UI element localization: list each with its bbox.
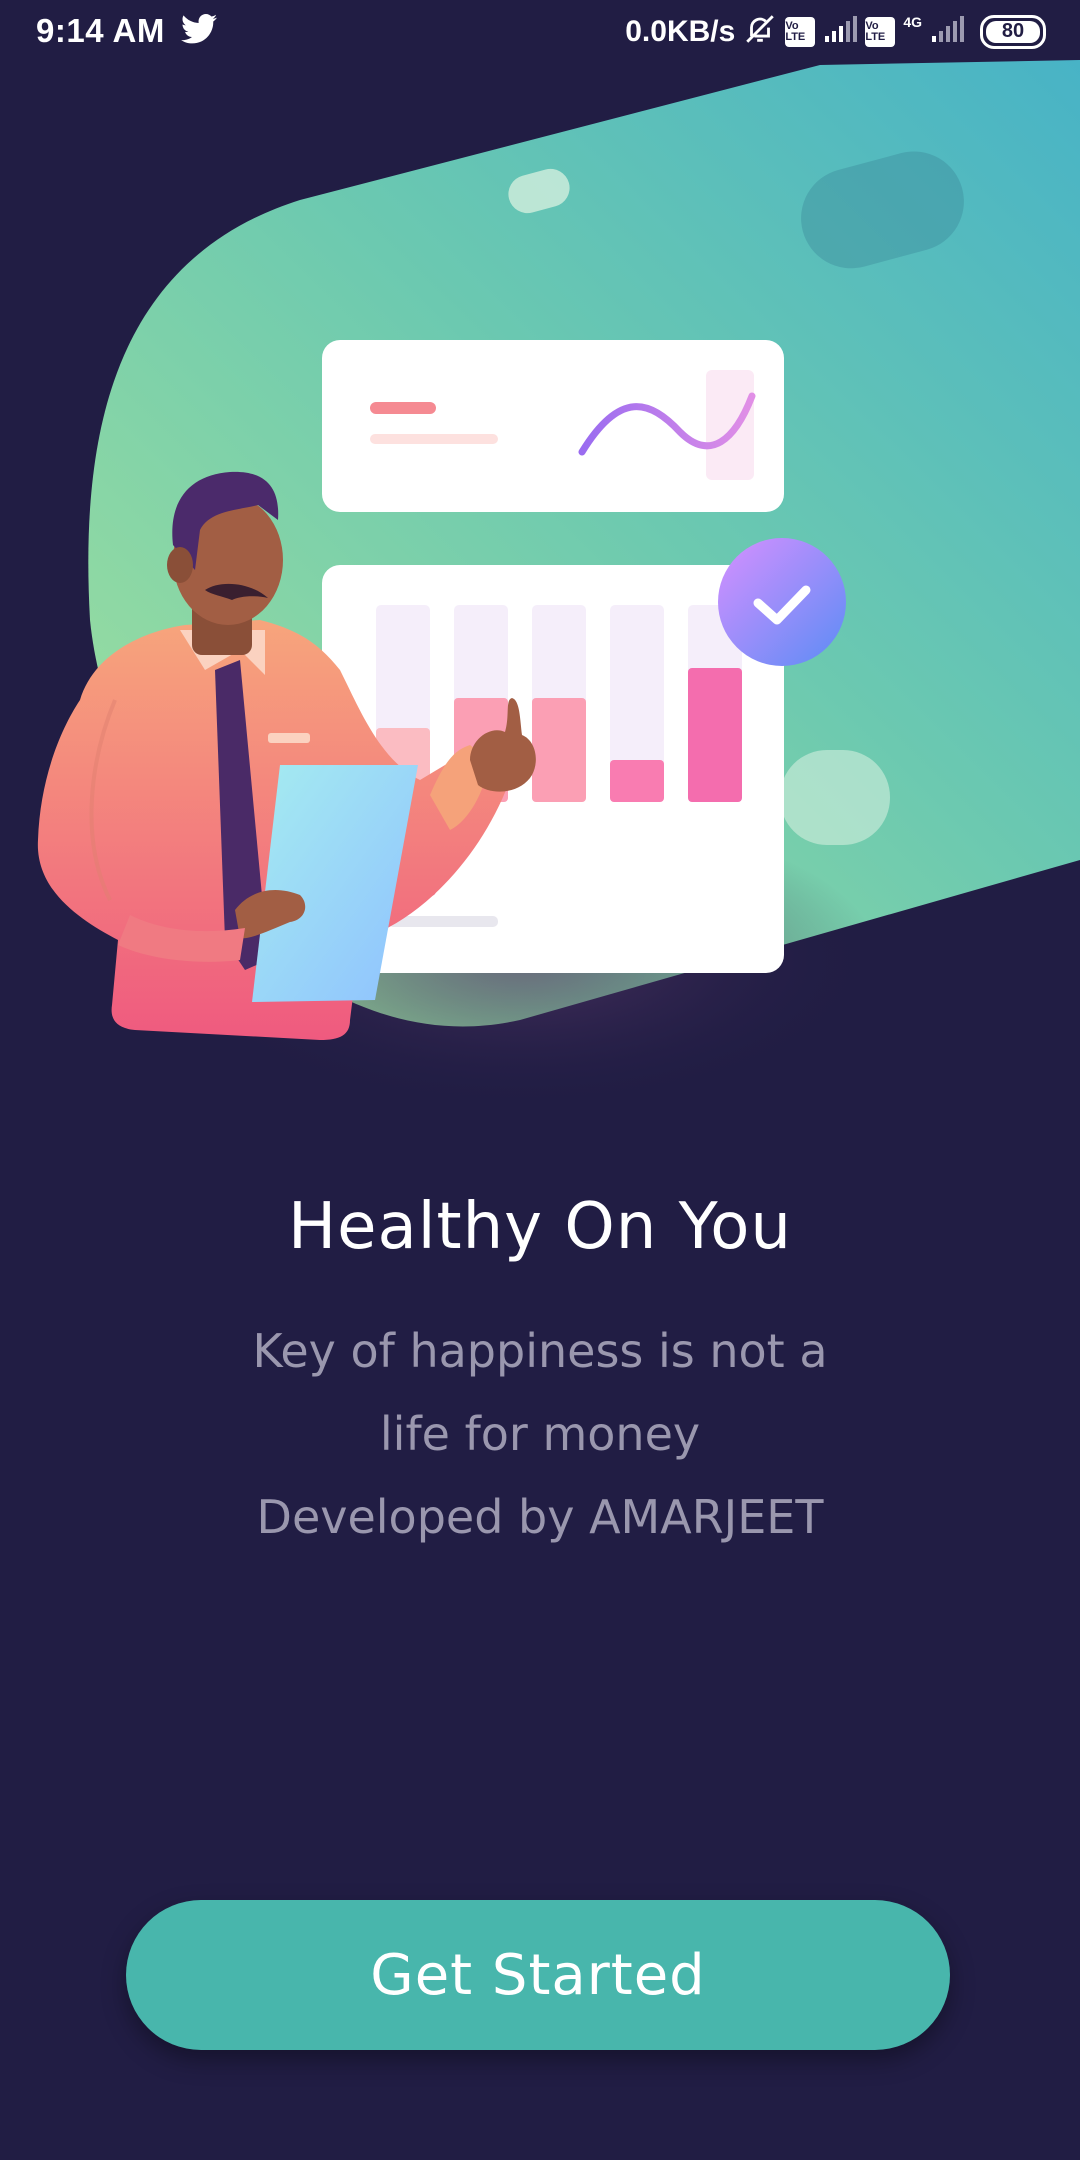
check-badge-icon [718,538,846,666]
volte-badge-2: Vo LTE [865,16,896,47]
onboarding-subtitle: Key of happiness is not a life for money… [140,1310,940,1559]
onboarding-illustration [37,60,1080,1110]
signal-icon-2 [930,14,964,49]
signal-icon-1 [823,14,858,49]
status-time: 9:14 AM [36,12,165,49]
network-type: 4G [903,13,922,30]
subtitle-line: Key of happiness is not a [252,1324,828,1378]
muted-bell-icon [743,12,777,51]
get-started-button[interactable]: Get Started [126,1900,950,2050]
onboarding-title: Healthy On You [288,1190,792,1264]
subtitle-line: life for money [379,1407,701,1461]
battery-icon: 80 [980,14,1046,49]
status-bar: 9:14 AM 0.0KB/s Vo LTE Vo LTE 4G 80 [0,0,1080,66]
network-speed: 0.0KB/s [625,14,736,48]
volte-badge-1: Vo LTE [785,16,816,47]
twitter-icon [180,13,217,49]
subtitle-line: Developed by AMARJEET [256,1490,824,1544]
